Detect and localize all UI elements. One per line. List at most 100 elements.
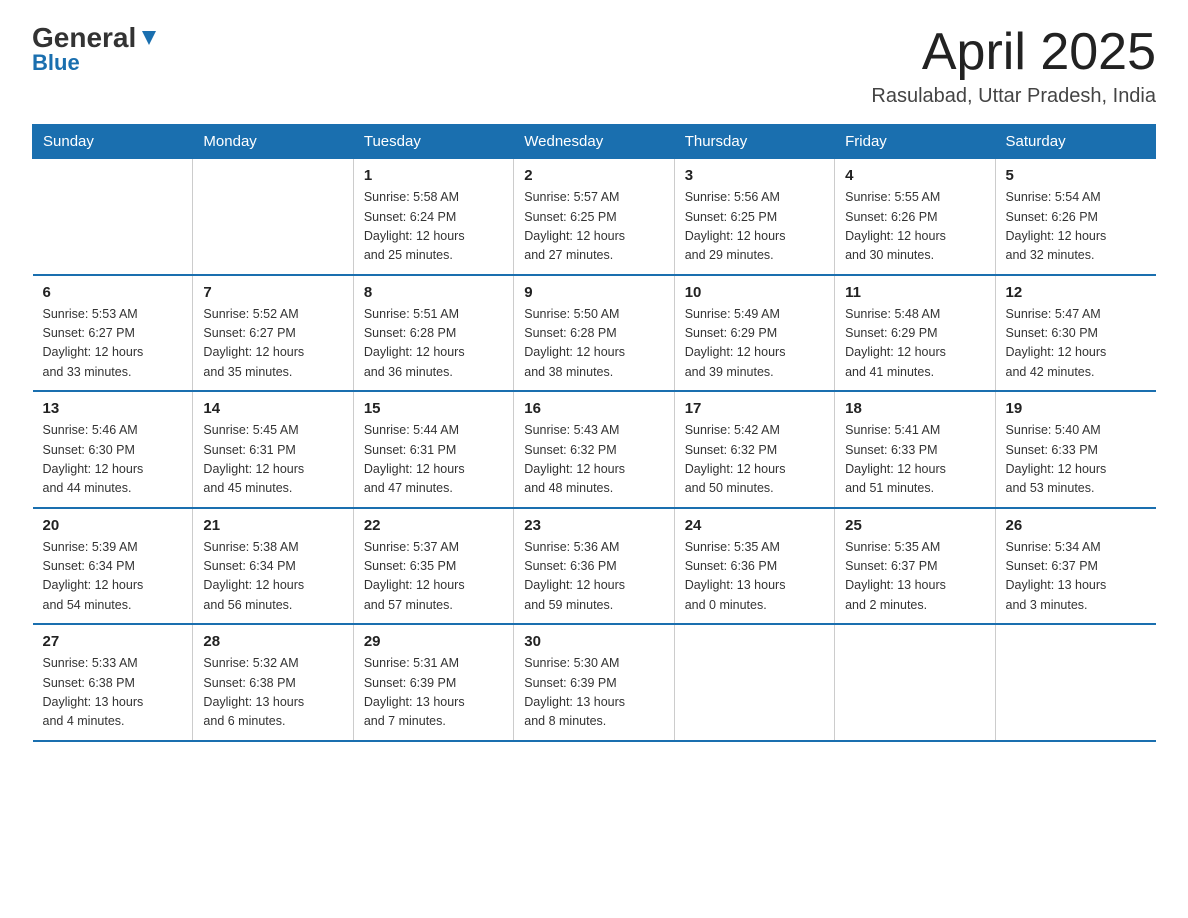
calendar-cell: 4 Sunrise: 5:55 AM Sunset: 6:26 PM Daylig… (835, 159, 995, 275)
day-number: 8 (364, 284, 503, 301)
calendar-cell: 28Sunrise: 5:32 AM Sunset: 6:38 PM Dayli… (193, 624, 353, 741)
header-row: SundayMondayTuesdayWednesdayThursdayFrid… (33, 125, 1156, 159)
header-day: Wednesday (514, 125, 674, 159)
location-title: Rasulabad, Uttar Pradesh, India (871, 85, 1156, 108)
calendar-cell: 25 Sunrise: 5:35 AM Sunset: 6:37 PM Dayli… (835, 508, 995, 625)
day-info: Sunrise: 5:51 AM Sunset: 6:28 PM Dayligh… (364, 305, 503, 383)
day-number: 7 (203, 284, 342, 301)
day-info: Sunrise: 5:38 AM Sunset: 6:34 PM Dayligh… (203, 538, 342, 616)
logo-general: General (32, 24, 136, 52)
day-info: Sunrise: 5:43 AM Sunset: 6:32 PM Dayligh… (524, 421, 663, 499)
day-number: 24 (685, 517, 824, 534)
day-info: Sunrise: 5:48 AM Sunset: 6:29 PM Dayligh… (845, 305, 984, 383)
day-info: Sunrise: 5:42 AM Sunset: 6:32 PM Dayligh… (685, 421, 824, 499)
calendar-cell: 29 Sunrise: 5:31 AM Sunset: 6:39 PM Dayli… (353, 624, 513, 741)
calendar-cell: 17 Sunrise: 5:42 AM Sunset: 6:32 PM Dayli… (674, 391, 834, 508)
calendar-cell: 3 Sunrise: 5:56 AM Sunset: 6:25 PM Daylig… (674, 159, 834, 275)
calendar-cell: 6Sunrise: 5:53 AM Sunset: 6:27 PM Daylig… (33, 275, 193, 392)
calendar-cell: 27Sunrise: 5:33 AM Sunset: 6:38 PM Dayli… (33, 624, 193, 741)
day-number: 11 (845, 284, 984, 301)
day-info: Sunrise: 5:39 AM Sunset: 6:34 PM Dayligh… (43, 538, 183, 616)
day-number: 5 (1006, 167, 1146, 184)
calendar-cell (193, 159, 353, 275)
day-info: Sunrise: 5:44 AM Sunset: 6:31 PM Dayligh… (364, 421, 503, 499)
calendar-cell (995, 624, 1155, 741)
calendar-cell: 11 Sunrise: 5:48 AM Sunset: 6:29 PM Dayli… (835, 275, 995, 392)
day-number: 6 (43, 284, 183, 301)
day-number: 17 (685, 400, 824, 417)
day-number: 18 (845, 400, 984, 417)
logo-triangle-icon (138, 27, 160, 49)
calendar-cell: 14 Sunrise: 5:45 AM Sunset: 6:31 PM Dayli… (193, 391, 353, 508)
calendar-week-row: 20 Sunrise: 5:39 AM Sunset: 6:34 PM Dayli… (33, 508, 1156, 625)
day-info: Sunrise: 5:55 AM Sunset: 6:26 PM Dayligh… (845, 188, 984, 266)
day-info: Sunrise: 5:54 AM Sunset: 6:26 PM Dayligh… (1006, 188, 1146, 266)
day-info: Sunrise: 5:35 AM Sunset: 6:37 PM Dayligh… (845, 538, 984, 616)
day-info: Sunrise: 5:45 AM Sunset: 6:31 PM Dayligh… (203, 421, 342, 499)
day-info: Sunrise: 5:50 AM Sunset: 6:28 PM Dayligh… (524, 305, 663, 383)
day-number: 29 (364, 633, 503, 650)
month-title: April 2025 (871, 24, 1156, 81)
day-number: 15 (364, 400, 503, 417)
page-header: General Blue April 2025 Rasulabad, Uttar… (32, 24, 1156, 108)
day-number: 1 (364, 167, 503, 184)
day-number: 12 (1006, 284, 1146, 301)
day-number: 30 (524, 633, 663, 650)
header-day: Monday (193, 125, 353, 159)
header-day: Thursday (674, 125, 834, 159)
calendar-cell: 30 Sunrise: 5:30 AM Sunset: 6:39 PM Dayli… (514, 624, 674, 741)
day-info: Sunrise: 5:47 AM Sunset: 6:30 PM Dayligh… (1006, 305, 1146, 383)
calendar-cell: 21 Sunrise: 5:38 AM Sunset: 6:34 PM Dayli… (193, 508, 353, 625)
day-number: 19 (1006, 400, 1146, 417)
header-day: Sunday (33, 125, 193, 159)
calendar-cell: 5 Sunrise: 5:54 AM Sunset: 6:26 PM Daylig… (995, 159, 1155, 275)
day-info: Sunrise: 5:52 AM Sunset: 6:27 PM Dayligh… (203, 305, 342, 383)
calendar-cell: 15 Sunrise: 5:44 AM Sunset: 6:31 PM Dayli… (353, 391, 513, 508)
calendar-week-row: 1 Sunrise: 5:58 AM Sunset: 6:24 PM Daylig… (33, 159, 1156, 275)
day-info: Sunrise: 5:30 AM Sunset: 6:39 PM Dayligh… (524, 654, 663, 732)
day-number: 23 (524, 517, 663, 534)
day-info: Sunrise: 5:31 AM Sunset: 6:39 PM Dayligh… (364, 654, 503, 732)
calendar-week-row: 13 Sunrise: 5:46 AM Sunset: 6:30 PM Dayli… (33, 391, 1156, 508)
calendar-cell: 18 Sunrise: 5:41 AM Sunset: 6:33 PM Dayli… (835, 391, 995, 508)
day-number: 28 (203, 633, 342, 650)
day-info: Sunrise: 5:34 AM Sunset: 6:37 PM Dayligh… (1006, 538, 1146, 616)
header-day: Saturday (995, 125, 1155, 159)
day-number: 3 (685, 167, 824, 184)
calendar-cell: 8 Sunrise: 5:51 AM Sunset: 6:28 PM Daylig… (353, 275, 513, 392)
logo: General Blue (32, 24, 160, 76)
logo-blue: Blue (32, 50, 80, 76)
day-info: Sunrise: 5:49 AM Sunset: 6:29 PM Dayligh… (685, 305, 824, 383)
calendar-cell: 19Sunrise: 5:40 AM Sunset: 6:33 PM Dayli… (995, 391, 1155, 508)
calendar-cell: 1 Sunrise: 5:58 AM Sunset: 6:24 PM Daylig… (353, 159, 513, 275)
calendar-cell: 23Sunrise: 5:36 AM Sunset: 6:36 PM Dayli… (514, 508, 674, 625)
header-day: Friday (835, 125, 995, 159)
calendar-week-row: 27Sunrise: 5:33 AM Sunset: 6:38 PM Dayli… (33, 624, 1156, 741)
day-info: Sunrise: 5:41 AM Sunset: 6:33 PM Dayligh… (845, 421, 984, 499)
day-number: 16 (524, 400, 663, 417)
day-number: 25 (845, 517, 984, 534)
day-info: Sunrise: 5:56 AM Sunset: 6:25 PM Dayligh… (685, 188, 824, 266)
day-number: 2 (524, 167, 663, 184)
day-info: Sunrise: 5:58 AM Sunset: 6:24 PM Dayligh… (364, 188, 503, 266)
day-number: 14 (203, 400, 342, 417)
calendar-cell (33, 159, 193, 275)
calendar-cell: 9 Sunrise: 5:50 AM Sunset: 6:28 PM Daylig… (514, 275, 674, 392)
day-number: 13 (43, 400, 183, 417)
calendar-cell (835, 624, 995, 741)
day-number: 22 (364, 517, 503, 534)
day-number: 4 (845, 167, 984, 184)
calendar-cell: 2Sunrise: 5:57 AM Sunset: 6:25 PM Daylig… (514, 159, 674, 275)
calendar-cell (674, 624, 834, 741)
day-info: Sunrise: 5:35 AM Sunset: 6:36 PM Dayligh… (685, 538, 824, 616)
day-number: 9 (524, 284, 663, 301)
day-info: Sunrise: 5:46 AM Sunset: 6:30 PM Dayligh… (43, 421, 183, 499)
day-number: 26 (1006, 517, 1146, 534)
calendar-header: SundayMondayTuesdayWednesdayThursdayFrid… (33, 125, 1156, 159)
calendar-cell: 7 Sunrise: 5:52 AM Sunset: 6:27 PM Daylig… (193, 275, 353, 392)
day-number: 20 (43, 517, 183, 534)
calendar-cell: 26 Sunrise: 5:34 AM Sunset: 6:37 PM Dayli… (995, 508, 1155, 625)
day-number: 21 (203, 517, 342, 534)
calendar-cell: 22Sunrise: 5:37 AM Sunset: 6:35 PM Dayli… (353, 508, 513, 625)
calendar-cell: 10Sunrise: 5:49 AM Sunset: 6:29 PM Dayli… (674, 275, 834, 392)
